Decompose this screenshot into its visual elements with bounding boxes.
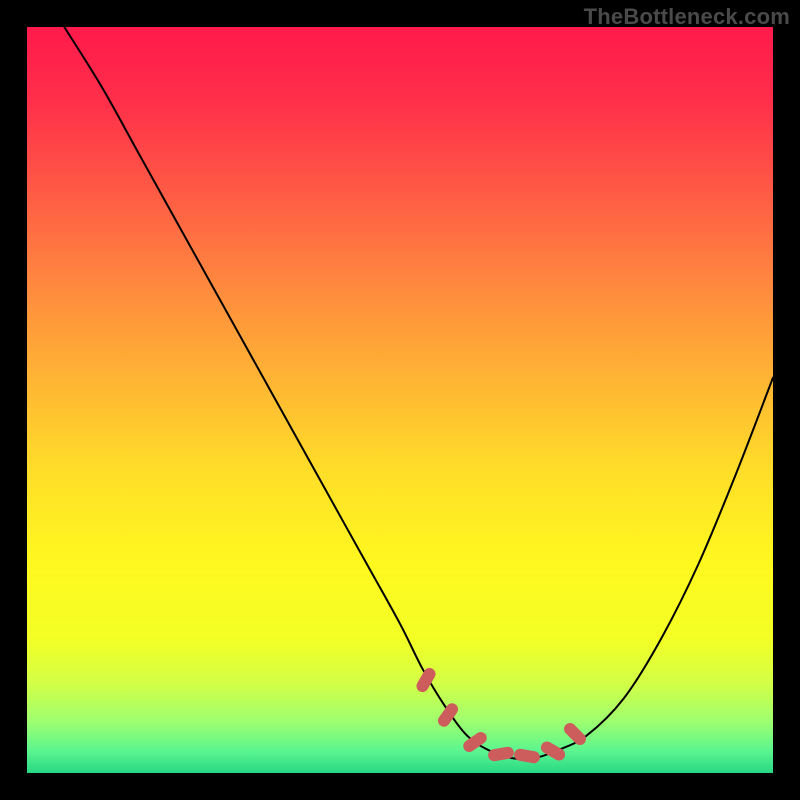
bottleneck-curve — [64, 27, 773, 759]
plot-area — [27, 27, 773, 773]
watermark-text: TheBottleneck.com — [584, 4, 790, 30]
chart-frame: TheBottleneck.com — [0, 0, 800, 800]
curve-layer — [27, 27, 773, 773]
